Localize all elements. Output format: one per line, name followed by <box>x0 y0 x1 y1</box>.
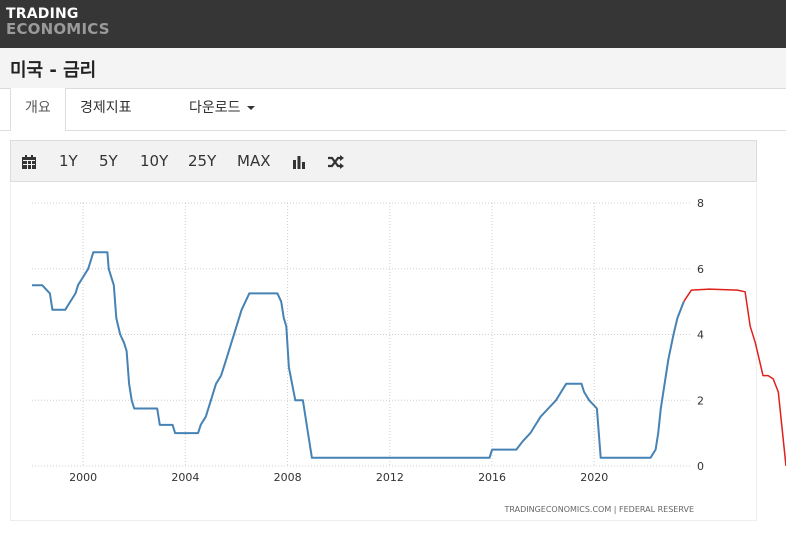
tab-download[interactable]: 다운로드 <box>175 88 269 130</box>
range-25y-button[interactable]: 25Y <box>188 141 216 181</box>
chart-toolbar: 1Y 5Y 10Y 25Y MAX <box>10 140 757 182</box>
bar-chart-icon[interactable] <box>291 141 307 181</box>
tab-overview[interactable]: 개요 <box>10 88 66 131</box>
brand-logo[interactable]: TRADING ECONOMICS <box>6 7 110 37</box>
chart-container <box>10 183 757 521</box>
brand-line-2: ECONOMICS <box>6 20 110 38</box>
tab-bar: 개요 경제지표 다운로드 <box>0 88 786 131</box>
title-bar: 미국 - 금리 <box>0 48 786 89</box>
range-1y-button[interactable]: 1Y <box>59 141 78 181</box>
shuffle-icon[interactable] <box>327 141 345 181</box>
top-navbar: TRADING ECONOMICS <box>0 0 786 48</box>
range-10y-button[interactable]: 10Y <box>140 141 168 181</box>
range-5y-button[interactable]: 5Y <box>99 141 118 181</box>
tab-indicators[interactable]: 경제지표 <box>66 88 146 130</box>
range-max-button[interactable]: MAX <box>237 141 270 181</box>
caret-down-icon <box>246 106 255 110</box>
calendar-icon[interactable] <box>21 141 37 181</box>
tab-download-label: 다운로드 <box>189 100 241 116</box>
page-title: 미국 - 금리 <box>10 60 97 81</box>
